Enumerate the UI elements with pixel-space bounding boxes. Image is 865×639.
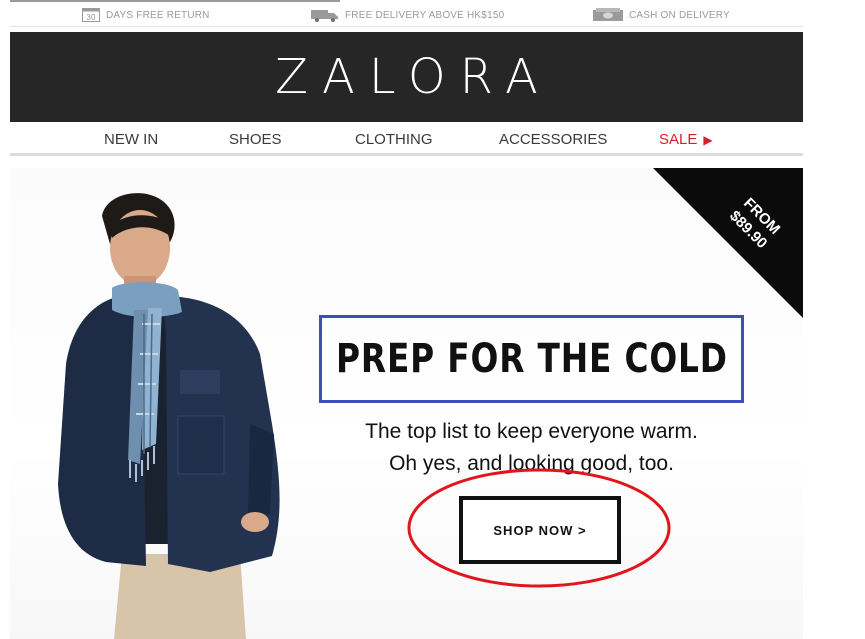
calendar-icon: 30 bbox=[82, 8, 100, 22]
hero-subcopy-line-1: The top list to keep everyone warm. bbox=[365, 420, 698, 443]
hero-headline: PREP FOR THE COLD bbox=[335, 336, 728, 382]
nav-item-shoes[interactable]: SHOES bbox=[229, 131, 282, 148]
perks-strip: 30 DAYS FREE RETURN FREE DELIVERY ABOVE … bbox=[10, 0, 803, 27]
shop-now-button[interactable]: SHOP NOW > bbox=[459, 496, 621, 564]
nav-divider bbox=[10, 153, 803, 156]
delivery-truck-icon bbox=[311, 10, 338, 22]
play-arrow-icon: ▶ bbox=[703, 133, 713, 147]
model-photo bbox=[58, 193, 280, 639]
nav-item-new-in[interactable]: NEW IN bbox=[104, 131, 158, 148]
brand-header: ZALORA bbox=[10, 32, 803, 122]
hero-subcopy-line-2: Oh yes, and looking good, too. bbox=[389, 452, 674, 475]
perk-label: FREE DELIVERY ABOVE HK$150 bbox=[345, 9, 505, 21]
perk-label: DAYS FREE RETURN bbox=[106, 9, 210, 21]
nav-item-clothing[interactable]: CLOTHING bbox=[355, 131, 433, 148]
perk-label: CASH ON DELIVERY bbox=[629, 9, 730, 21]
cash-icon bbox=[593, 8, 623, 21]
perk-cash-on-delivery[interactable]: CASH ON DELIVERY bbox=[593, 8, 730, 22]
top-divider bbox=[10, 0, 340, 2]
calendar-badge: 30 bbox=[86, 13, 96, 22]
hero-subcopy: The top list to keep everyone warm. Oh y… bbox=[319, 416, 744, 480]
nav-sale-label: SALE bbox=[659, 131, 698, 148]
headline-box: PREP FOR THE COLD bbox=[319, 315, 744, 403]
perk-free-delivery[interactable]: FREE DELIVERY ABOVE HK$150 bbox=[311, 8, 504, 22]
perk-free-return[interactable]: 30 DAYS FREE RETURN bbox=[82, 8, 210, 22]
price-corner-tag: FROM $89.90 bbox=[653, 168, 803, 318]
main-nav: NEW IN SHOES CLOTHING ACCESSORIES SALE ▶ bbox=[10, 122, 803, 156]
hero-banner[interactable]: FROM $89.90 PREP FOR THE COLD The top li… bbox=[10, 168, 803, 639]
nav-item-sale[interactable]: SALE ▶ bbox=[659, 131, 713, 148]
zalora-logo[interactable]: ZALORA bbox=[261, 49, 552, 105]
nav-item-accessories[interactable]: ACCESSORIES bbox=[499, 131, 607, 148]
